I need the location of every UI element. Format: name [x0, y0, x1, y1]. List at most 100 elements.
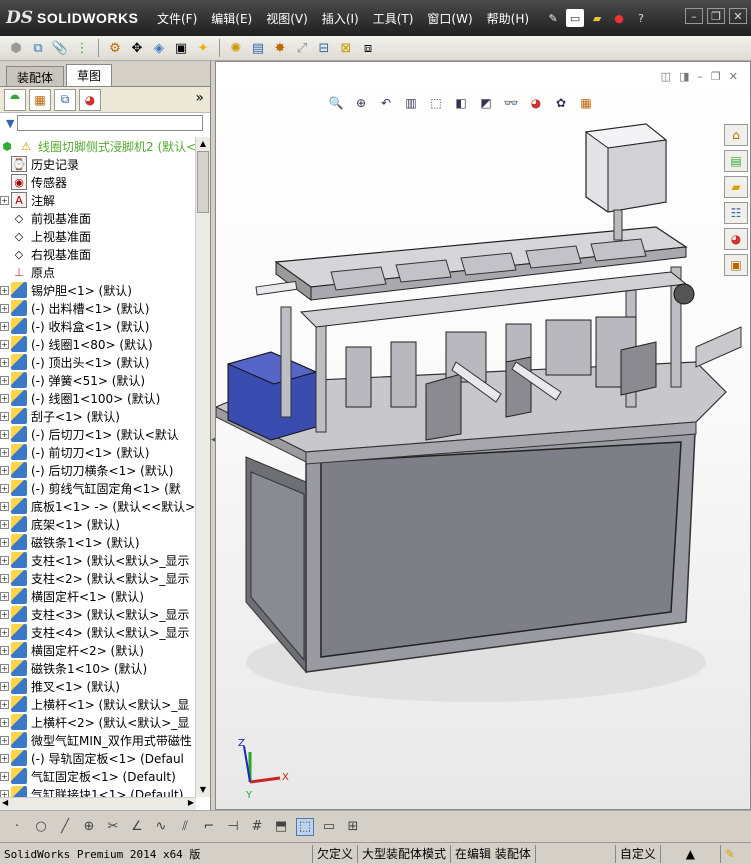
tree-item[interactable]: ⊥ 原点 — [0, 263, 55, 281]
tree-item[interactable]: ◇ 前视基准面 — [0, 209, 91, 227]
property-manager-icon[interactable]: ▦ — [29, 88, 51, 111]
mate-icon[interactable]: 📎 — [50, 38, 70, 58]
offset-icon[interactable]: ⫽ — [176, 818, 194, 836]
open-folder-icon[interactable]: ▰ — [588, 9, 606, 27]
tree-item[interactable]: + 气缸固定板<1> (Default) — [0, 767, 176, 785]
vp-minimize-icon[interactable]: – — [697, 70, 703, 83]
vp-close-icon[interactable]: ✕ — [729, 70, 738, 83]
configuration-manager-icon[interactable]: ⧉ — [54, 88, 76, 111]
design-library-icon[interactable]: ▤ — [724, 150, 748, 172]
expand-icon[interactable]: + — [0, 573, 9, 583]
tree-item[interactable]: ◇ 右视基准面 — [0, 245, 91, 263]
expand-icon[interactable]: + — [0, 681, 9, 691]
expand-icon[interactable]: + — [0, 285, 9, 295]
exploded-view-icon[interactable]: ✸ — [270, 38, 290, 58]
tree-item[interactable]: + 底架<1> (默认) — [0, 515, 120, 533]
clearance-verification-icon[interactable]: ⊠ — [336, 38, 356, 58]
expand-icon[interactable]: + — [0, 501, 9, 511]
expand-icon[interactable]: + — [0, 483, 9, 493]
interference-detection-icon[interactable]: ⊟ — [314, 38, 334, 58]
bill-of-materials-icon[interactable]: ▤ — [248, 38, 268, 58]
tree-item[interactable]: + (-) 剪线气缸固定角<1> (默 — [0, 479, 181, 497]
appearances-icon[interactable]: ◕ — [724, 228, 748, 250]
tree-item[interactable]: + 刮子<1> (默认) — [0, 407, 120, 425]
table-icon[interactable]: ⊞ — [344, 818, 362, 836]
feature-tree-icon[interactable]: ⯊ — [4, 88, 26, 111]
instant3d-icon[interactable]: ⧈ — [358, 38, 378, 58]
expand-icon[interactable]: + — [0, 357, 9, 367]
expand-icon[interactable]: + — [0, 537, 9, 547]
tree-item[interactable]: + 磁铁条1<10> (默认) — [0, 659, 147, 677]
tile-vertical-icon[interactable]: ◨ — [679, 70, 689, 83]
assembly-model-render[interactable] — [216, 62, 751, 810]
vp-restore-icon[interactable]: ❐ — [711, 70, 721, 83]
line-icon[interactable]: ╱ — [56, 818, 74, 836]
solidworks-resources-icon[interactable]: ⌂ — [724, 124, 748, 146]
dimension-icon[interactable]: ⊣ — [224, 818, 242, 836]
dynamic-annotation-icon[interactable]: ⬚ — [426, 94, 446, 112]
custom-properties-icon[interactable]: ▣ — [724, 254, 748, 276]
tree-item[interactable]: ◉ 传感器 — [0, 173, 67, 191]
edit-component-icon[interactable]: ⬢ — [6, 38, 26, 58]
tree-item[interactable]: + (-) 导轨固定板<1> (Defaul — [0, 749, 184, 767]
expand-icon[interactable]: + — [0, 771, 9, 781]
tree-item[interactable]: + 支柱<2> (默认<默认>_显示 — [0, 569, 189, 587]
zoom-to-fit-icon[interactable]: 🔍 — [326, 94, 346, 112]
menu-window[interactable]: 窗口(W) — [420, 10, 479, 27]
tree-item[interactable]: + 气缸联接块1<1> (Default) — [0, 785, 183, 797]
expand-icon[interactable]: + — [0, 789, 9, 797]
filter-icon[interactable]: ▼ — [6, 117, 14, 130]
tree-item[interactable]: ◇ 上视基准面 — [0, 227, 91, 245]
display-style-icon[interactable]: ◩ — [476, 94, 496, 112]
block-icon[interactable]: ▭ — [320, 818, 338, 836]
tab-sketch[interactable]: 草图 — [66, 64, 113, 86]
tree-item[interactable]: + 支柱<1> (默认<默认>_显示 — [0, 551, 189, 569]
tree-item[interactable]: + A 注解 — [0, 191, 55, 209]
expand-icon[interactable]: + — [0, 429, 9, 439]
quick-tips-icon[interactable]: ✎ — [719, 844, 739, 863]
menu-insert[interactable]: 插入(I) — [315, 10, 366, 27]
zoom-to-area-icon[interactable]: ⊕ — [351, 94, 371, 112]
sketch-point-icon[interactable]: ⊕ — [80, 818, 98, 836]
reference-geometry-icon[interactable]: ✦ — [193, 38, 213, 58]
explode-line-sketch-icon[interactable]: ⤢ — [292, 38, 312, 58]
section-view-icon[interactable]: ▥ — [401, 94, 421, 112]
restore-icon[interactable]: ❐ — [707, 8, 725, 24]
tree-item[interactable]: + 磁铁条1<1> (默认) — [0, 533, 140, 551]
plane-sketch-icon[interactable]: ⬒ — [272, 818, 290, 836]
view-orientation-icon[interactable]: ◧ — [451, 94, 471, 112]
close-icon[interactable]: ✕ — [729, 8, 747, 24]
expand-icon[interactable]: + — [0, 663, 9, 673]
tree-item[interactable]: + (-) 顶出头<1> (默认) — [0, 353, 149, 371]
move-component-icon[interactable]: ✥ — [127, 38, 147, 58]
expand-icon[interactable]: + — [0, 411, 9, 421]
new-motion-study-icon[interactable]: ✺ — [226, 38, 246, 58]
show-hidden-icon[interactable]: ◈ — [149, 38, 169, 58]
scroll-down-icon[interactable]: ▼ — [197, 784, 209, 796]
expand-icon[interactable]: + — [0, 321, 9, 331]
expand-icon[interactable]: + — [0, 627, 9, 637]
expand-icon[interactable]: + — [0, 645, 9, 655]
expand-icon[interactable]: + — [0, 375, 9, 385]
minimize-icon[interactable]: – — [685, 8, 703, 24]
3d-sketch-icon[interactable]: ⬚ — [296, 817, 314, 836]
tab-assembly[interactable]: 装配体 — [6, 66, 65, 86]
insert-component-icon[interactable]: ⧉ — [28, 38, 48, 58]
tree-item[interactable]: + (-) 线圈1<100> (默认) — [0, 389, 160, 407]
menu-view[interactable]: 视图(V) — [259, 10, 315, 27]
tree-item[interactable]: + 上横杆<1> (默认<默认>_显 — [0, 695, 189, 713]
menu-edit[interactable]: 编辑(E) — [204, 10, 259, 27]
expand-icon[interactable]: + — [0, 339, 9, 349]
angle-icon[interactable]: ∠ — [128, 818, 146, 836]
expand-icon[interactable]: + — [0, 195, 9, 205]
filter-input[interactable] — [17, 115, 204, 131]
expand-more-icon[interactable]: » — [195, 90, 204, 106]
previous-view-icon[interactable]: ↶ — [376, 94, 396, 112]
tree-horizontal-scrollbar[interactable]: ◀ ▶ — [0, 797, 196, 810]
expand-icon[interactable]: + — [0, 699, 9, 709]
apply-scene-icon[interactable]: ✿ — [551, 94, 571, 112]
tree-item[interactable]: + (-) 线圈1<80> (默认) — [0, 335, 153, 353]
expand-icon[interactable]: + — [0, 447, 9, 457]
scroll-thumb[interactable] — [197, 151, 209, 213]
tree-item[interactable]: + (-) 后切刀横条<1> (默认) — [0, 461, 173, 479]
